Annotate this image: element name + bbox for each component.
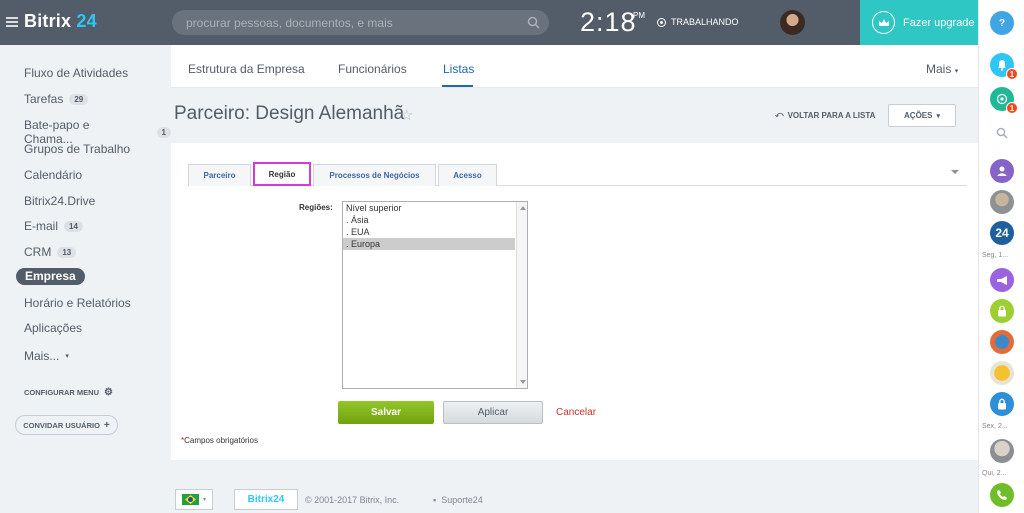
chat-date-label: Qui, 2... <box>982 470 1007 477</box>
megaphone-icon[interactable] <box>990 268 1014 292</box>
configure-menu-button[interactable]: CONFIGURAR MENU ⚙ <box>24 387 113 398</box>
tab-lists[interactable]: Listas <box>443 62 474 76</box>
cancel-link[interactable]: Cancelar <box>556 407 596 418</box>
chat-bubble-icon: ▪ <box>433 495 437 505</box>
hamburger-menu-icon[interactable] <box>6 16 18 27</box>
bitrix24-chat-icon[interactable]: 24 <box>990 221 1014 245</box>
active-tab-indicator <box>442 85 473 87</box>
lock-chat-icon-1[interactable] <box>990 299 1014 323</box>
tasks-count: 29 <box>69 93 89 105</box>
top-bar: Bitrix 24 procurar pessoas, documentos, … <box>0 0 978 45</box>
support-link[interactable]: ▪ Suporte24 <box>433 495 483 505</box>
form-tab-access[interactable]: Acesso <box>438 164 497 186</box>
app-logo[interactable]: Bitrix 24 <box>6 11 97 32</box>
brazil-flag-icon <box>181 494 199 505</box>
save-button[interactable]: Salvar <box>338 401 434 424</box>
invite-user-button[interactable]: CONVIDAR USUÁRIO + <box>15 415 118 435</box>
scroll-down-icon[interactable] <box>520 380 526 384</box>
sidebar-item-applications[interactable]: Aplicações <box>24 321 82 335</box>
sidebar-item-activity-stream[interactable]: Fluxo de Atividades <box>24 66 128 80</box>
contact-avatar-3[interactable] <box>990 330 1014 354</box>
plus-icon: + <box>103 419 110 431</box>
upgrade-label: Fazer upgrade <box>903 16 975 29</box>
form-tab-region[interactable]: Região <box>253 162 311 186</box>
nav-more-button[interactable]: Mais ▾ <box>926 62 958 76</box>
live-feed-icon[interactable]: 1 <box>990 87 1018 114</box>
sidebar-item-more[interactable]: Mais... ▾ <box>24 349 69 363</box>
contact-avatar-1[interactable] <box>990 159 1014 183</box>
phone-icon[interactable] <box>990 483 1014 507</box>
region-option[interactable]: . Ásia <box>343 214 515 226</box>
sidebar-item-workgroups[interactable]: Grupos de Trabalho <box>24 142 130 156</box>
sidebar-item-drive[interactable]: Bitrix24.Drive <box>24 194 95 208</box>
regions-listbox[interactable]: Nível superior . Ásia . EUA . Europa <box>342 201 528 389</box>
footer-logo[interactable]: Bitrix24 <box>234 489 298 510</box>
form-tabs: Parceiro Região Processos de Negócios Ac… <box>187 162 967 186</box>
contact-avatar-5[interactable] <box>990 439 1014 463</box>
listbox-scrollbar[interactable] <box>516 202 527 388</box>
main-content: Estrutura da Empresa Funcionários Listas… <box>171 45 978 460</box>
title-bar: Parceiro: Design Alemanhã ☆ ⤺ VOLTAR PAR… <box>171 88 978 143</box>
tab-company-structure[interactable]: Estrutura da Empresa <box>188 62 305 76</box>
contact-avatar-4[interactable] <box>990 361 1014 385</box>
tab-employees[interactable]: Funcionários <box>338 62 407 76</box>
right-panel: ? 1 1 24 Seg, 1... Sex, 2... Qui, 2... <box>978 0 1024 513</box>
crm-count: 13 <box>57 246 77 258</box>
region-option[interactable]: . EUA <box>343 226 515 238</box>
clock[interactable]: 2:18 <box>580 7 637 38</box>
favorite-star-icon[interactable]: ☆ <box>400 106 413 124</box>
chevron-down-icon: ▾ <box>65 353 69 360</box>
region-option[interactable]: Nível superior <box>343 202 515 214</box>
scroll-up-icon[interactable] <box>520 206 526 210</box>
work-status-label: TRABALHANDO <box>671 17 739 27</box>
sidebar-item-company[interactable]: Empresa <box>16 268 85 285</box>
sidebar-item-crm[interactable]: CRM 13 <box>24 245 77 259</box>
work-status[interactable]: TRABALHANDO <box>657 17 739 27</box>
chat-date-label: Seg, 1... <box>982 252 1009 259</box>
email-count: 14 <box>64 220 83 232</box>
user-avatar[interactable] <box>780 10 805 35</box>
apply-button[interactable]: Aplicar <box>443 401 543 424</box>
search-icon[interactable] <box>527 16 540 29</box>
chevron-down-icon: ▾ <box>936 112 940 120</box>
crown-icon <box>872 11 895 34</box>
help-button[interactable]: ? <box>990 11 1014 35</box>
footer: ▾ Bitrix24 © 2001-2017 Bitrix, Inc. ▪ Su… <box>171 484 978 513</box>
copyright: © 2001-2017 Bitrix, Inc. <box>305 495 400 505</box>
sidebar-item-email[interactable]: E-mail 14 <box>24 219 83 233</box>
sidebar-item-time-reports[interactable]: Horário e Relatórios <box>24 296 131 310</box>
lock-chat-icon-2[interactable] <box>990 392 1014 416</box>
notification-badge: 1 <box>1006 68 1018 80</box>
search-input[interactable]: procurar pessoas, documentos, e mais <box>172 10 549 35</box>
back-arrow-icon: ⤺ <box>775 110 784 119</box>
live-feed-badge: 1 <box>1006 102 1018 114</box>
chevron-down-icon: ▾ <box>954 68 959 75</box>
page-title: Parceiro: Design Alemanhã <box>174 103 405 124</box>
top-navigation: Estrutura da Empresa Funcionários Listas… <box>171 45 978 88</box>
notifications-icon[interactable]: 1 <box>990 53 1018 80</box>
tabs-menu-chevron-icon[interactable] <box>951 170 959 174</box>
contact-search-icon[interactable] <box>996 127 1008 139</box>
gear-icon: ⚙ <box>104 387 113 398</box>
required-fields-note: *Campos obrigatórios <box>181 436 258 445</box>
region-option-selected[interactable]: . Europa <box>343 238 515 250</box>
upgrade-button[interactable]: Fazer upgrade <box>860 0 978 45</box>
actions-button[interactable]: AÇÕES ▾ <box>888 104 956 127</box>
logo-text: Bitrix 24 <box>24 11 97 31</box>
sidebar-item-tasks[interactable]: Tarefas 29 <box>24 92 89 106</box>
chat-date-label: Sex, 2... <box>982 423 1008 430</box>
chevron-down-icon: ▾ <box>202 497 206 503</box>
contact-avatar-2[interactable] <box>990 190 1014 214</box>
record-icon <box>657 17 666 27</box>
language-selector[interactable]: ▾ <box>175 489 213 510</box>
clock-ampm: PM <box>633 11 645 20</box>
back-to-list-link[interactable]: ⤺ VOLTAR PARA A LISTA <box>775 110 875 120</box>
form-tab-business-processes[interactable]: Processos de Negócios <box>313 164 436 186</box>
search-placeholder: procurar pessoas, documentos, e mais <box>186 16 393 30</box>
form-tab-partner[interactable]: Parceiro <box>188 164 251 186</box>
regions-label: Regiões: <box>299 203 333 212</box>
chat-count: 1 <box>156 126 171 138</box>
sidebar-item-calendar[interactable]: Calendário <box>24 168 82 182</box>
left-sidebar: Fluxo de Atividades Tarefas 29 Bate-papo … <box>0 45 171 513</box>
